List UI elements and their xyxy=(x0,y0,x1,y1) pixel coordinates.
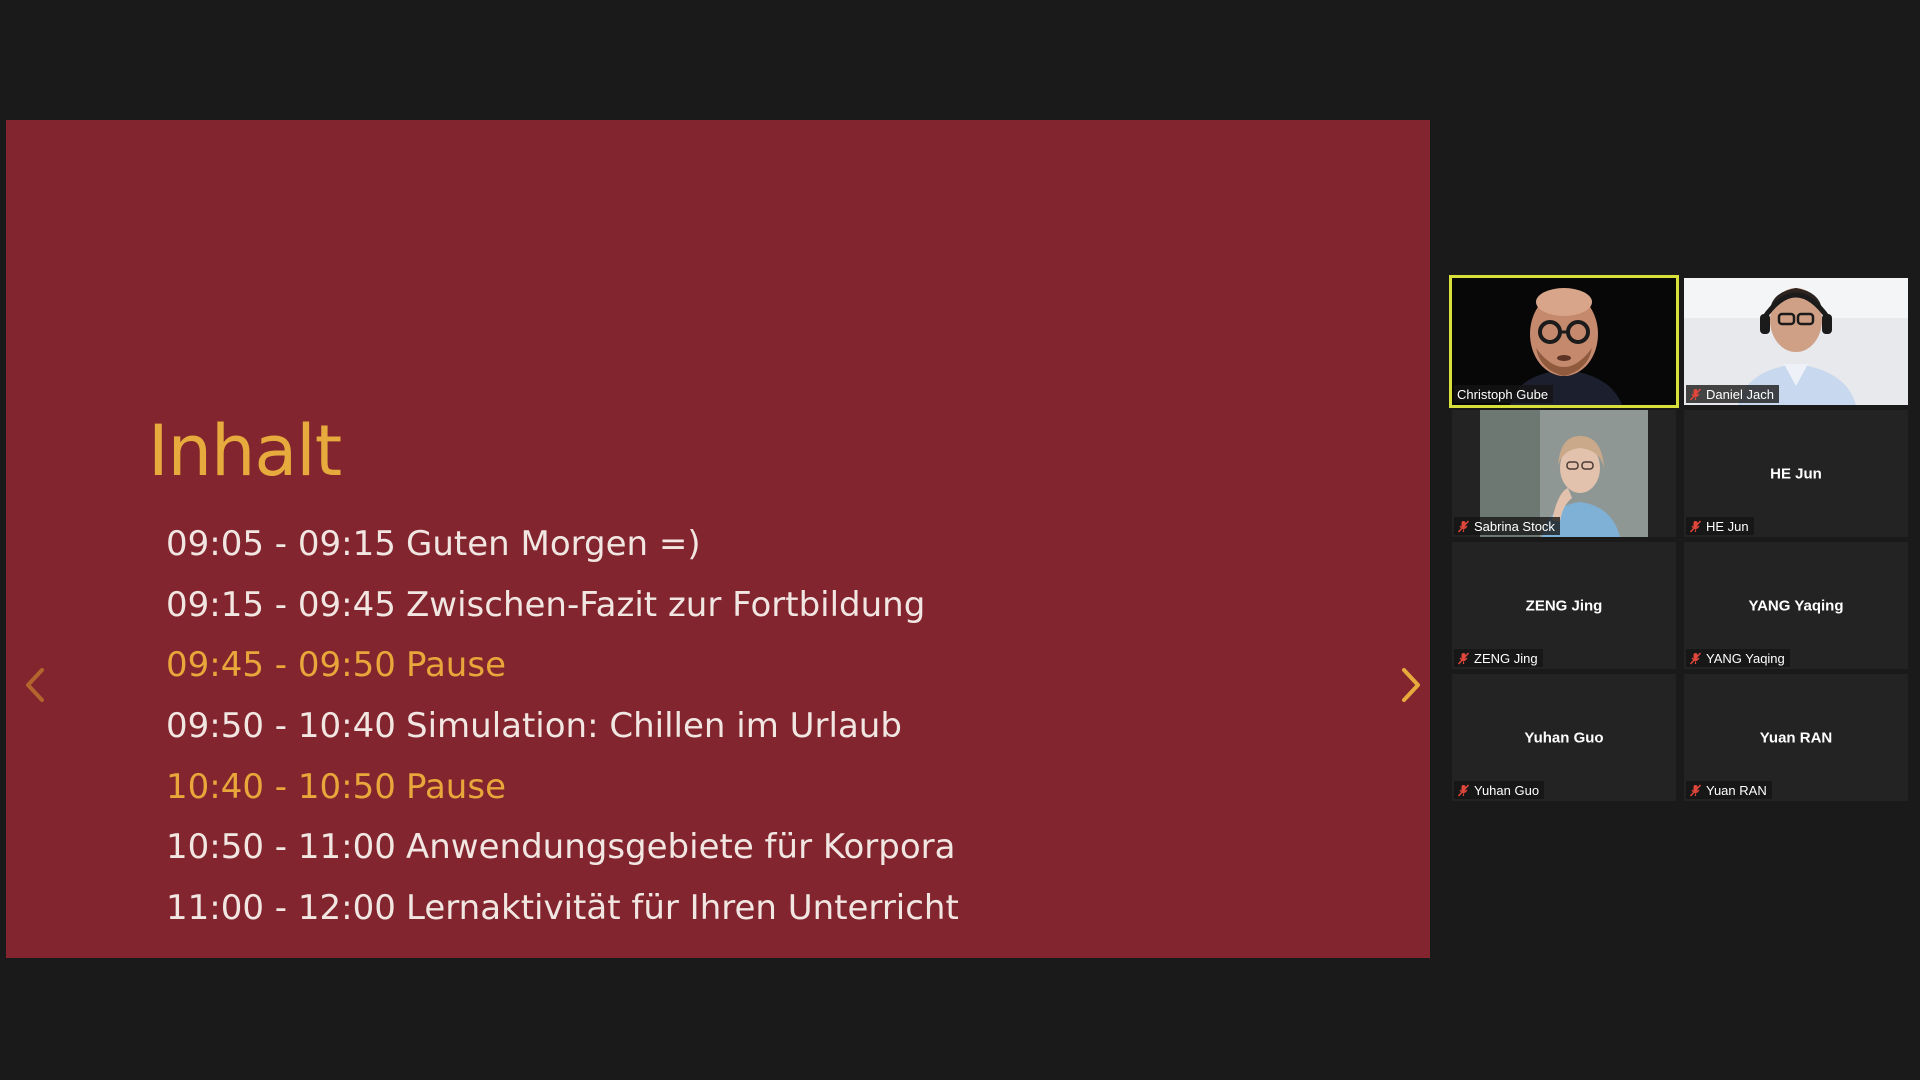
participant-tile[interactable]: YANG Yaqing YANG Yaqing xyxy=(1684,542,1908,669)
agenda-time: 09:05 - 09:15 xyxy=(166,524,396,564)
agenda-time: 10:50 - 11:00 xyxy=(166,827,396,867)
participant-name-tag: HE Jun xyxy=(1686,517,1754,535)
participant-display-name: Yuhan Guo xyxy=(1524,729,1604,746)
participant-tile[interactable]: HE Jun HE Jun xyxy=(1684,410,1908,537)
agenda-row-break: 10:40 - 10:50 Pause xyxy=(166,762,506,812)
muted-microphone-icon xyxy=(1689,783,1702,797)
agenda-time: 10:40 - 10:50 xyxy=(166,767,396,807)
participant-name: Sabrina Stock xyxy=(1474,518,1555,534)
muted-microphone-icon xyxy=(1689,387,1702,401)
agenda-row: 09:05 - 09:15 Guten Morgen =) xyxy=(166,519,701,569)
participant-name: ZENG Jing xyxy=(1474,650,1538,666)
agenda-row: 09:50 - 10:40 Simulation: Chillen im Url… xyxy=(166,701,902,751)
participant-name: Daniel Jach xyxy=(1706,386,1774,402)
agenda-row-break: 09:45 - 09:50 Pause xyxy=(166,640,506,690)
muted-microphone-icon xyxy=(1457,651,1470,665)
participant-name-tag: ZENG Jing xyxy=(1454,649,1543,667)
agenda-topic: Guten Morgen =) xyxy=(406,524,701,564)
participant-name: Yuan RAN xyxy=(1706,782,1767,798)
participant-name-tag: Yuhan Guo xyxy=(1454,781,1545,799)
agenda-topic: Zwischen-Fazit zur Fortbildung xyxy=(406,585,926,625)
participant-name: YANG Yaqing xyxy=(1706,650,1785,666)
participant-name-tag: Daniel Jach xyxy=(1686,385,1779,403)
participant-tile[interactable]: Yuan RAN Yuan RAN xyxy=(1684,674,1908,801)
participant-name-tag: Sabrina Stock xyxy=(1454,517,1560,535)
agenda-topic: Simulation: Chillen im Urlaub xyxy=(406,706,902,746)
participant-tile[interactable]: Christoph Gube xyxy=(1449,275,1679,408)
muted-microphone-icon xyxy=(1689,651,1702,665)
participant-tile[interactable]: Yuhan Guo Yuhan Guo xyxy=(1452,674,1676,801)
participant-name-tag: Christoph Gube xyxy=(1454,385,1554,403)
agenda-row: 09:15 - 09:45 Zwischen-Fazit zur Fortbil… xyxy=(166,580,925,630)
participant-name-tag: Yuan RAN xyxy=(1686,781,1772,799)
agenda-topic: Pause xyxy=(406,645,506,685)
next-slide-button[interactable] xyxy=(1396,660,1426,710)
agenda-time: 09:15 - 09:45 xyxy=(166,585,396,625)
participant-name: HE Jun xyxy=(1706,518,1749,534)
participant-display-name: ZENG Jing xyxy=(1525,597,1603,614)
previous-slide-button[interactable] xyxy=(20,660,50,710)
shared-screen-slide: Inhalt 09:05 - 09:15 Guten Morgen =) 09:… xyxy=(6,120,1430,958)
chevron-left-icon xyxy=(26,668,44,702)
participant-name: Yuhan Guo xyxy=(1474,782,1540,798)
participant-tile[interactable]: ZENG Jing ZENG Jing xyxy=(1452,542,1676,669)
participant-gallery: Christoph Gube Daniel Jach Sabrina Stock… xyxy=(1449,275,1908,802)
participant-display-name: HE Jun xyxy=(1770,465,1822,482)
participant-name: Christoph Gube xyxy=(1457,386,1549,402)
slide-title: Inhalt xyxy=(148,410,342,492)
agenda-time: 09:50 - 10:40 xyxy=(166,706,396,746)
agenda-topic: Lernaktivität für Ihren Unterricht xyxy=(406,888,959,928)
agenda-topic: Anwendungsgebiete für Korpora xyxy=(406,827,956,867)
muted-microphone-icon xyxy=(1689,519,1702,533)
agenda-time: 11:00 - 12:00 xyxy=(166,888,396,928)
muted-microphone-icon xyxy=(1457,783,1470,797)
agenda-row: 11:00 - 12:00 Lernaktivität für Ihren Un… xyxy=(166,883,959,933)
agenda-time: 09:45 - 09:50 xyxy=(166,645,396,685)
agenda-topic: Pause xyxy=(406,767,506,807)
muted-microphone-icon xyxy=(1457,519,1470,533)
agenda-row: 10:50 - 11:00 Anwendungsgebiete für Korp… xyxy=(166,822,955,872)
participant-display-name: Yuan RAN xyxy=(1759,729,1833,746)
participant-name-tag: YANG Yaqing xyxy=(1686,649,1790,667)
participant-tile[interactable]: Sabrina Stock xyxy=(1452,410,1676,537)
participant-tile[interactable]: Daniel Jach xyxy=(1684,278,1908,405)
chevron-right-icon xyxy=(1402,668,1420,702)
participant-display-name: YANG Yaqing xyxy=(1748,597,1844,614)
